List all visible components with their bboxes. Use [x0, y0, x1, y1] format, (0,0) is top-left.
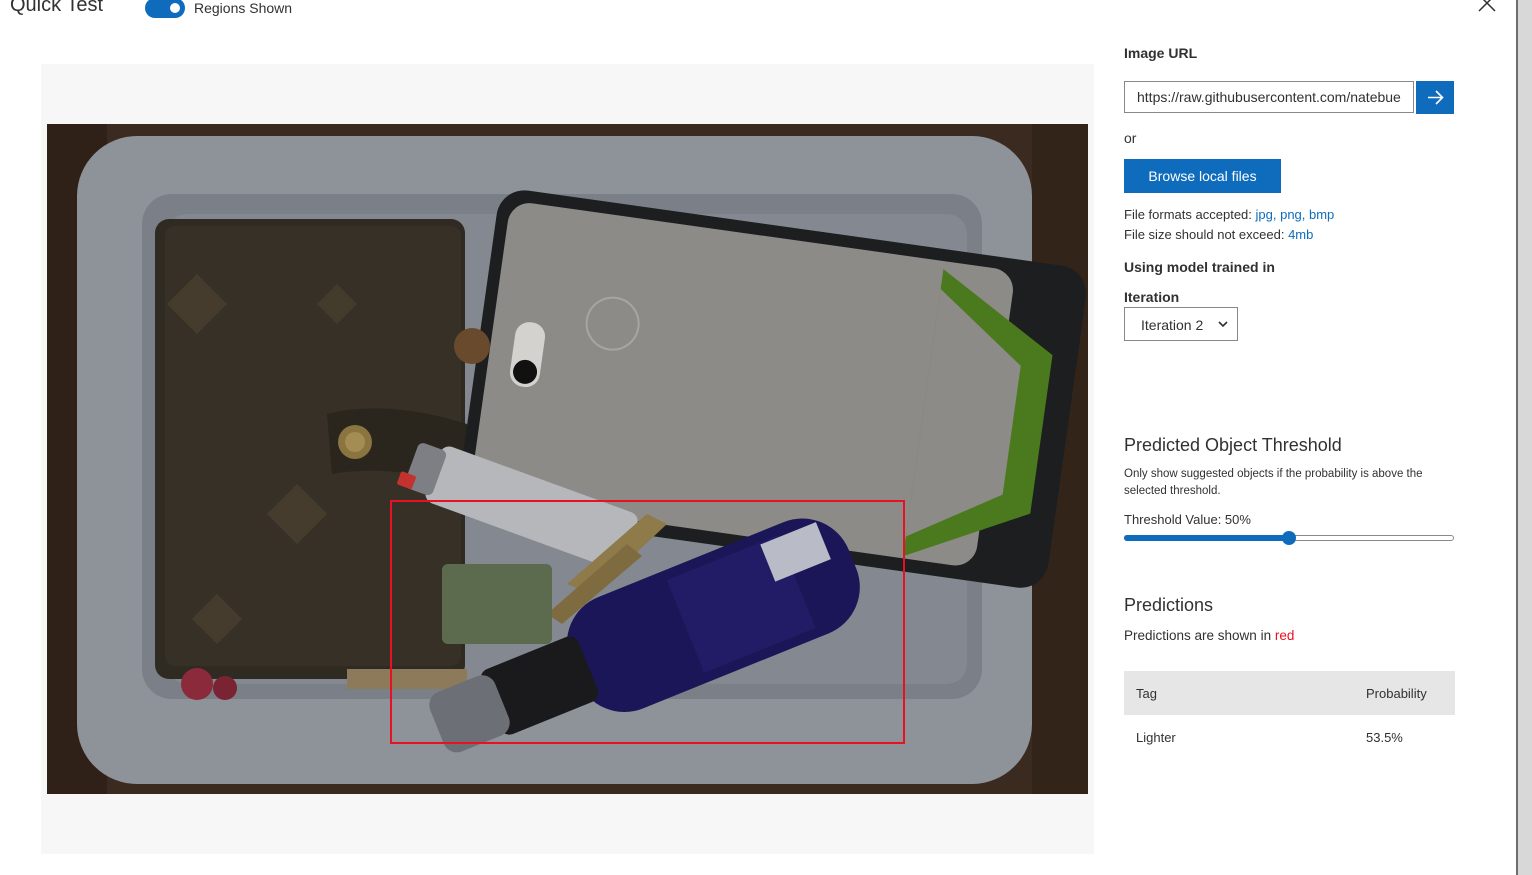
toggle-knob	[170, 3, 180, 13]
prediction-row-probability: 53.5%	[1366, 730, 1403, 745]
scrollbar[interactable]	[1516, 0, 1532, 875]
close-icon[interactable]	[1474, 0, 1500, 16]
file-formats-value: jpg, png, bmp	[1255, 207, 1335, 222]
regions-shown-label: Regions Shown	[194, 0, 293, 16]
predictions-note-text: Predictions are shown in	[1124, 628, 1272, 643]
or-text: or	[1124, 130, 1137, 146]
column-header-tag[interactable]: Tag	[1136, 686, 1157, 701]
image-url-input[interactable]	[1125, 82, 1413, 112]
model-label: Using model trained in	[1124, 259, 1275, 275]
column-header-probability[interactable]: Probability	[1366, 686, 1427, 701]
file-formats-text: File formats accepted: jpg, png, bmp	[1124, 207, 1334, 222]
iteration-label: Iteration	[1124, 289, 1180, 305]
dialog-title: Quick Test	[10, 0, 103, 16]
threshold-value-label: Threshold Value: 50%	[1124, 512, 1251, 527]
chevron-down-icon	[1218, 321, 1228, 328]
predictions-heading: Predictions	[1124, 595, 1214, 615]
threshold-slider-thumb[interactable]	[1282, 531, 1296, 545]
image-url-field[interactable]	[1124, 81, 1414, 113]
threshold-heading: Predicted Object Threshold	[1124, 435, 1342, 455]
threshold-description: Only show suggested objects if the proba…	[1124, 468, 1423, 497]
prediction-row-tag: Lighter	[1136, 730, 1176, 745]
regions-shown-toggle[interactable]	[145, 0, 185, 18]
file-size-text: File size should not exceed: 4mb	[1124, 227, 1313, 242]
file-size-label: File size should not exceed:	[1124, 227, 1285, 242]
arrow-right-icon	[1428, 90, 1444, 105]
iteration-selected-value: Iteration 2	[1141, 317, 1204, 333]
image-url-label: Image URL	[1124, 45, 1198, 61]
browse-local-files-button[interactable]: Browse local files	[1124, 159, 1281, 193]
predictions-note-color: red	[1274, 628, 1295, 643]
file-formats-label: File formats accepted:	[1124, 207, 1252, 222]
file-size-value: 4mb	[1288, 227, 1314, 242]
test-image	[47, 124, 1088, 794]
submit-url-button[interactable]	[1416, 81, 1454, 114]
iteration-select[interactable]: Iteration 2	[1124, 307, 1238, 341]
predictions-note: Predictions are shown in red	[1124, 628, 1294, 643]
threshold-slider-fill	[1124, 535, 1289, 541]
